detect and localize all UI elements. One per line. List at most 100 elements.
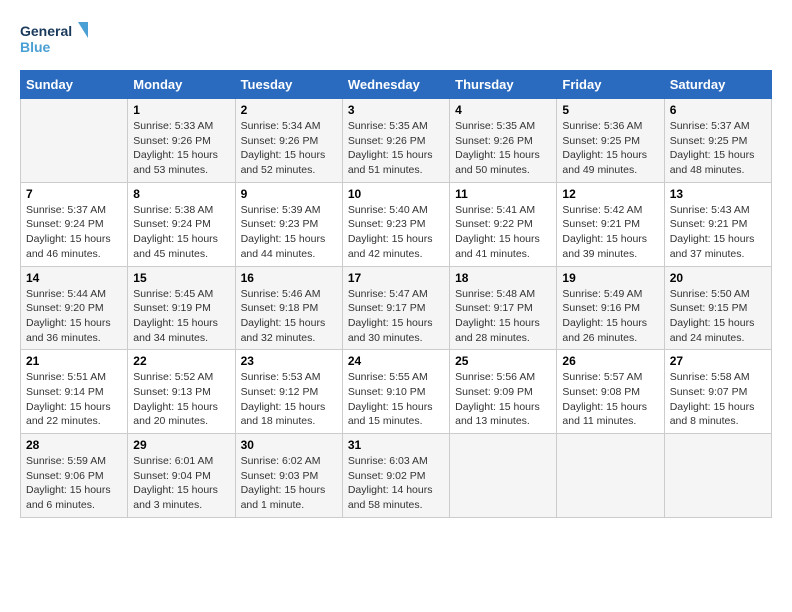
calendar-week-row: 21 Sunrise: 5:51 AMSunset: 9:14 PMDayligh… — [21, 350, 772, 434]
calendar-cell: 17 Sunrise: 5:47 AMSunset: 9:17 PMDayligh… — [342, 266, 449, 350]
weekday-header-sunday: Sunday — [21, 71, 128, 99]
svg-text:Blue: Blue — [20, 39, 51, 55]
calendar-cell: 30Sunrise: 6:02 AMSunset: 9:03 PMDayligh… — [235, 434, 342, 518]
weekday-header-tuesday: Tuesday — [235, 71, 342, 99]
day-number: 4 — [455, 103, 551, 117]
logo: General Blue — [20, 20, 90, 60]
calendar-cell: 20 Sunrise: 5:50 AMSunset: 9:15 PMDayligh… — [664, 266, 771, 350]
calendar-cell — [664, 434, 771, 518]
weekday-header-row: SundayMondayTuesdayWednesdayThursdayFrid… — [21, 71, 772, 99]
day-number: 12 — [562, 187, 658, 201]
day-number: 23 — [241, 354, 337, 368]
calendar-table: SundayMondayTuesdayWednesdayThursdayFrid… — [20, 70, 772, 518]
weekday-header-thursday: Thursday — [450, 71, 557, 99]
day-number: 15 — [133, 271, 229, 285]
day-number: 26 — [562, 354, 658, 368]
day-number: 27 — [670, 354, 766, 368]
calendar-cell: 12 Sunrise: 5:42 AMSunset: 9:21 PMDayligh… — [557, 182, 664, 266]
day-info: Sunrise: 5:55 AMSunset: 9:10 PMDaylight:… — [348, 370, 444, 429]
day-info: Sunrise: 5:50 AMSunset: 9:15 PMDaylight:… — [670, 287, 766, 346]
day-number: 20 — [670, 271, 766, 285]
calendar-cell: 16 Sunrise: 5:46 AMSunset: 9:18 PMDayligh… — [235, 266, 342, 350]
day-info: Sunrise: 5:33 AMSunset: 9:26 PMDaylight:… — [133, 119, 229, 178]
calendar-cell: 9 Sunrise: 5:39 AMSunset: 9:23 PMDaylight… — [235, 182, 342, 266]
calendar-cell: 1Sunrise: 5:33 AMSunset: 9:26 PMDaylight… — [128, 99, 235, 183]
day-number: 10 — [348, 187, 444, 201]
calendar-cell: 14Sunrise: 5:44 AMSunset: 9:20 PMDayligh… — [21, 266, 128, 350]
logo-svg: General Blue — [20, 20, 90, 60]
calendar-cell: 15 Sunrise: 5:45 AMSunset: 9:19 PMDayligh… — [128, 266, 235, 350]
day-number: 19 — [562, 271, 658, 285]
day-info: Sunrise: 5:46 AMSunset: 9:18 PMDaylight:… — [241, 287, 337, 346]
day-number: 30 — [241, 438, 337, 452]
day-info: Sunrise: 5:35 AMSunset: 9:26 PMDaylight:… — [348, 119, 444, 178]
calendar-cell: 7 Sunrise: 5:37 AMSunset: 9:24 PMDaylight… — [21, 182, 128, 266]
day-number: 6 — [670, 103, 766, 117]
day-number: 18 — [455, 271, 551, 285]
calendar-cell: 26Sunrise: 5:57 AMSunset: 9:08 PMDayligh… — [557, 350, 664, 434]
weekday-header-wednesday: Wednesday — [342, 71, 449, 99]
day-number: 28 — [26, 438, 122, 452]
day-info: Sunrise: 5:35 AMSunset: 9:26 PMDaylight:… — [455, 119, 551, 178]
day-number: 2 — [241, 103, 337, 117]
day-number: 21 — [26, 354, 122, 368]
day-info: Sunrise: 5:38 AMSunset: 9:24 PMDaylight:… — [133, 203, 229, 262]
day-number: 9 — [241, 187, 337, 201]
day-number: 8 — [133, 187, 229, 201]
weekday-header-saturday: Saturday — [664, 71, 771, 99]
calendar-cell: 24 Sunrise: 5:55 AMSunset: 9:10 PMDayligh… — [342, 350, 449, 434]
day-number: 13 — [670, 187, 766, 201]
day-number: 16 — [241, 271, 337, 285]
day-info: Sunrise: 5:42 AMSunset: 9:21 PMDaylight:… — [562, 203, 658, 262]
day-info: Sunrise: 6:01 AMSunset: 9:04 PMDaylight:… — [133, 454, 229, 513]
calendar-cell: 4 Sunrise: 5:35 AMSunset: 9:26 PMDaylight… — [450, 99, 557, 183]
day-number: 7 — [26, 187, 122, 201]
calendar-cell: 28 Sunrise: 5:59 AMSunset: 9:06 PMDayligh… — [21, 434, 128, 518]
day-info: Sunrise: 5:49 AMSunset: 9:16 PMDaylight:… — [562, 287, 658, 346]
day-number: 22 — [133, 354, 229, 368]
day-info: Sunrise: 5:58 AMSunset: 9:07 PMDaylight:… — [670, 370, 766, 429]
day-info: Sunrise: 5:41 AMSunset: 9:22 PMDaylight:… — [455, 203, 551, 262]
calendar-cell: 25Sunrise: 5:56 AMSunset: 9:09 PMDayligh… — [450, 350, 557, 434]
page-header: General Blue — [20, 20, 772, 60]
calendar-cell: 11Sunrise: 5:41 AMSunset: 9:22 PMDayligh… — [450, 182, 557, 266]
calendar-cell: 2 Sunrise: 5:34 AMSunset: 9:26 PMDaylight… — [235, 99, 342, 183]
day-info: Sunrise: 5:43 AMSunset: 9:21 PMDaylight:… — [670, 203, 766, 262]
calendar-cell: 6Sunrise: 5:37 AMSunset: 9:25 PMDaylight… — [664, 99, 771, 183]
calendar-cell: 18Sunrise: 5:48 AMSunset: 9:17 PMDayligh… — [450, 266, 557, 350]
day-number: 25 — [455, 354, 551, 368]
day-info: Sunrise: 5:59 AMSunset: 9:06 PMDaylight:… — [26, 454, 122, 513]
day-info: Sunrise: 5:45 AMSunset: 9:19 PMDaylight:… — [133, 287, 229, 346]
day-number: 29 — [133, 438, 229, 452]
weekday-header-monday: Monday — [128, 71, 235, 99]
calendar-week-row: 1Sunrise: 5:33 AMSunset: 9:26 PMDaylight… — [21, 99, 772, 183]
day-info: Sunrise: 5:37 AMSunset: 9:24 PMDaylight:… — [26, 203, 122, 262]
calendar-cell: 21 Sunrise: 5:51 AMSunset: 9:14 PMDayligh… — [21, 350, 128, 434]
calendar-cell: 29 Sunrise: 6:01 AMSunset: 9:04 PMDayligh… — [128, 434, 235, 518]
calendar-cell — [450, 434, 557, 518]
day-number: 24 — [348, 354, 444, 368]
calendar-cell: 10 Sunrise: 5:40 AMSunset: 9:23 PMDayligh… — [342, 182, 449, 266]
calendar-week-row: 28 Sunrise: 5:59 AMSunset: 9:06 PMDayligh… — [21, 434, 772, 518]
day-info: Sunrise: 5:40 AMSunset: 9:23 PMDaylight:… — [348, 203, 444, 262]
calendar-week-row: 7 Sunrise: 5:37 AMSunset: 9:24 PMDaylight… — [21, 182, 772, 266]
day-info: Sunrise: 5:34 AMSunset: 9:26 PMDaylight:… — [241, 119, 337, 178]
day-number: 14 — [26, 271, 122, 285]
day-number: 3 — [348, 103, 444, 117]
svg-text:General: General — [20, 23, 72, 39]
day-number: 17 — [348, 271, 444, 285]
calendar-cell — [21, 99, 128, 183]
day-info: Sunrise: 5:39 AMSunset: 9:23 PMDaylight:… — [241, 203, 337, 262]
calendar-cell: 8 Sunrise: 5:38 AMSunset: 9:24 PMDaylight… — [128, 182, 235, 266]
day-info: Sunrise: 5:53 AMSunset: 9:12 PMDaylight:… — [241, 370, 337, 429]
day-info: Sunrise: 5:51 AMSunset: 9:14 PMDaylight:… — [26, 370, 122, 429]
calendar-cell: 13 Sunrise: 5:43 AMSunset: 9:21 PMDayligh… — [664, 182, 771, 266]
calendar-cell: 27 Sunrise: 5:58 AMSunset: 9:07 PMDayligh… — [664, 350, 771, 434]
calendar-week-row: 14Sunrise: 5:44 AMSunset: 9:20 PMDayligh… — [21, 266, 772, 350]
day-info: Sunrise: 5:47 AMSunset: 9:17 PMDaylight:… — [348, 287, 444, 346]
calendar-cell: 22Sunrise: 5:52 AMSunset: 9:13 PMDayligh… — [128, 350, 235, 434]
calendar-cell: 23 Sunrise: 5:53 AMSunset: 9:12 PMDayligh… — [235, 350, 342, 434]
calendar-cell — [557, 434, 664, 518]
calendar-cell: 19 Sunrise: 5:49 AMSunset: 9:16 PMDayligh… — [557, 266, 664, 350]
day-number: 5 — [562, 103, 658, 117]
